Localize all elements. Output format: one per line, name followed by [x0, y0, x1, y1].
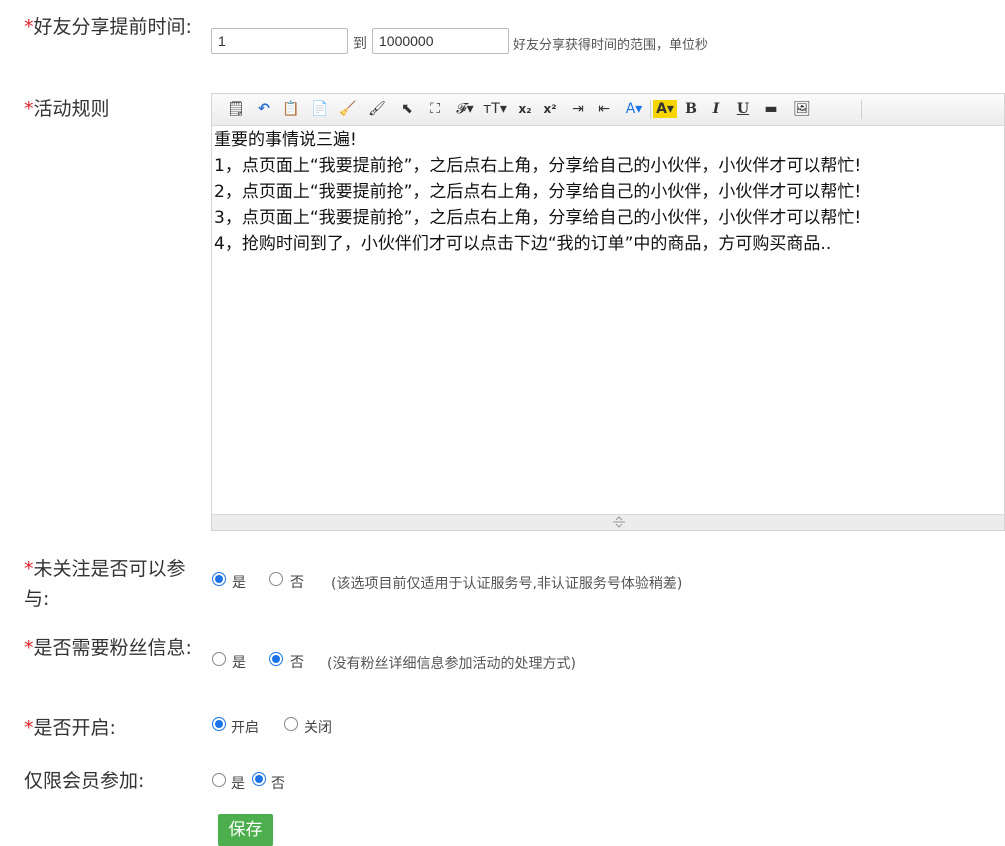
insert-image-icon[interactable]: 🖼 — [790, 98, 814, 120]
editor-resize-handle[interactable] — [212, 514, 1004, 530]
undo-icon[interactable]: ↶ — [252, 98, 276, 120]
share-time-from-input[interactable] — [211, 28, 348, 54]
required-mark: * — [24, 637, 34, 659]
format-painter-icon[interactable]: 🖌 — [365, 98, 389, 120]
fan-info-note: (没有粉丝详细信息参加活动的处理方式) — [327, 656, 576, 672]
font-family-icon[interactable]: 𝓕▾ — [453, 98, 477, 120]
enabled-off-radio[interactable] — [284, 717, 298, 731]
resize-grip-icon — [613, 516, 625, 528]
enabled-off-label: 关闭 — [304, 720, 332, 736]
editor-toolbar: 🗒 ↶ 📋 📄 🧹 🖌 ⬉ ⛶ 𝓕▾ ᴛT▾ x₂ x² ⇥ ⇤ A▾ A▾ B I U ▬ 🖼 — [212, 94, 1004, 126]
editor-paragraph: 2，点页面上“我要提前抢”，之后点右上角，分享给自己的小伙伴，小伙伴才可以帮忙! — [214, 182, 862, 202]
subscript-icon[interactable]: x₂ — [513, 98, 537, 120]
required-mark: * — [24, 98, 34, 120]
enabled-on-label: 开启 — [231, 720, 259, 736]
toolbar-separator — [861, 100, 862, 119]
underline-icon[interactable]: U — [731, 98, 755, 120]
follow-required-yes-radio[interactable] — [212, 572, 226, 586]
required-mark: * — [24, 558, 34, 580]
fan-info-yes-radio[interactable] — [212, 652, 226, 666]
share-time-label: *好友分享提前时间: — [24, 16, 192, 38]
share-time-hint: 好友分享获得时间的范围，单位秒 — [513, 38, 709, 53]
enabled-label: *是否开启: — [24, 717, 116, 739]
rules-label: *活动规则 — [24, 98, 110, 120]
font-color-icon[interactable]: A▾ — [622, 98, 646, 120]
font-size-icon[interactable]: ᴛT▾ — [483, 98, 507, 120]
range-separator: 到 — [353, 36, 367, 52]
outdent-icon[interactable]: ⇤ — [592, 98, 616, 120]
italic-icon[interactable]: I — [704, 98, 728, 120]
members-only-no-radio[interactable] — [252, 772, 266, 786]
insert-line-icon[interactable]: ▬ — [759, 98, 783, 120]
members-only-label: 仅限会员参加: — [24, 770, 145, 792]
clear-format-icon[interactable]: 🧹 — [336, 98, 360, 120]
follow-required-no-label: 否 — [290, 575, 304, 591]
rich-text-editor[interactable]: 🗒 ↶ 📋 📄 🧹 🖌 ⬉ ⛶ 𝓕▾ ᴛT▾ x₂ x² ⇥ ⇤ A▾ A▾ B I U ▬ 🖼 重要的事情说三遍! 1，… — [211, 93, 1005, 531]
editor-paragraph: 重要的事情说三遍! — [214, 130, 357, 150]
fan-info-yes-label: 是 — [232, 655, 246, 671]
save-button[interactable]: 保存 — [218, 814, 273, 846]
required-mark: * — [24, 717, 34, 739]
background-color-icon[interactable]: A▾ — [653, 100, 677, 118]
fan-info-label: *是否需要粉丝信息: — [24, 637, 192, 659]
follow-required-no-radio[interactable] — [269, 572, 283, 586]
bold-icon[interactable]: B — [679, 98, 703, 120]
editor-paragraph: 1，点页面上“我要提前抢”，之后点右上角，分享给自己的小伙伴，小伙伴才可以帮忙! — [214, 156, 862, 176]
enabled-on-radio[interactable] — [212, 717, 226, 731]
members-only-yes-radio[interactable] — [212, 773, 226, 787]
fan-info-no-radio[interactable] — [269, 652, 283, 666]
editor-content[interactable]: 重要的事情说三遍! 1，点页面上“我要提前抢”，之后点右上角，分享给自己的小伙伴，… — [212, 125, 1004, 514]
superscript-icon[interactable]: x² — [538, 98, 562, 120]
editor-paragraph: 3，点页面上“我要提前抢”，之后点右上角，分享给自己的小伙伴，小伙伴才可以帮忙! — [214, 208, 862, 228]
share-time-to-input[interactable] — [372, 28, 509, 54]
follow-required-yes-label: 是 — [232, 575, 246, 591]
fullscreen-icon[interactable]: ⛶ — [423, 98, 447, 120]
fan-info-no-label: 否 — [290, 655, 304, 671]
paste-word-icon[interactable]: 📄 — [308, 98, 332, 120]
members-only-yes-label: 是 — [231, 776, 245, 792]
source-icon[interactable]: 🗒 — [224, 98, 248, 120]
select-icon[interactable]: ⬉ — [395, 98, 419, 120]
editor-paragraph: 4，抢购时间到了，小伙伴们才可以点击下边“我的订单”中的商品，方可购买商品.. — [214, 234, 832, 254]
required-mark: * — [24, 16, 34, 38]
follow-required-label: *未关注是否可以参与: — [24, 558, 186, 610]
toolbar-separator — [650, 100, 651, 119]
members-only-no-label: 否 — [271, 776, 285, 792]
follow-required-note: (该选项目前仅适用于认证服务号,非认证服务号体验稍差) — [331, 576, 683, 592]
indent-icon[interactable]: ⇥ — [566, 98, 590, 120]
paste-text-icon[interactable]: 📋 — [279, 98, 303, 120]
